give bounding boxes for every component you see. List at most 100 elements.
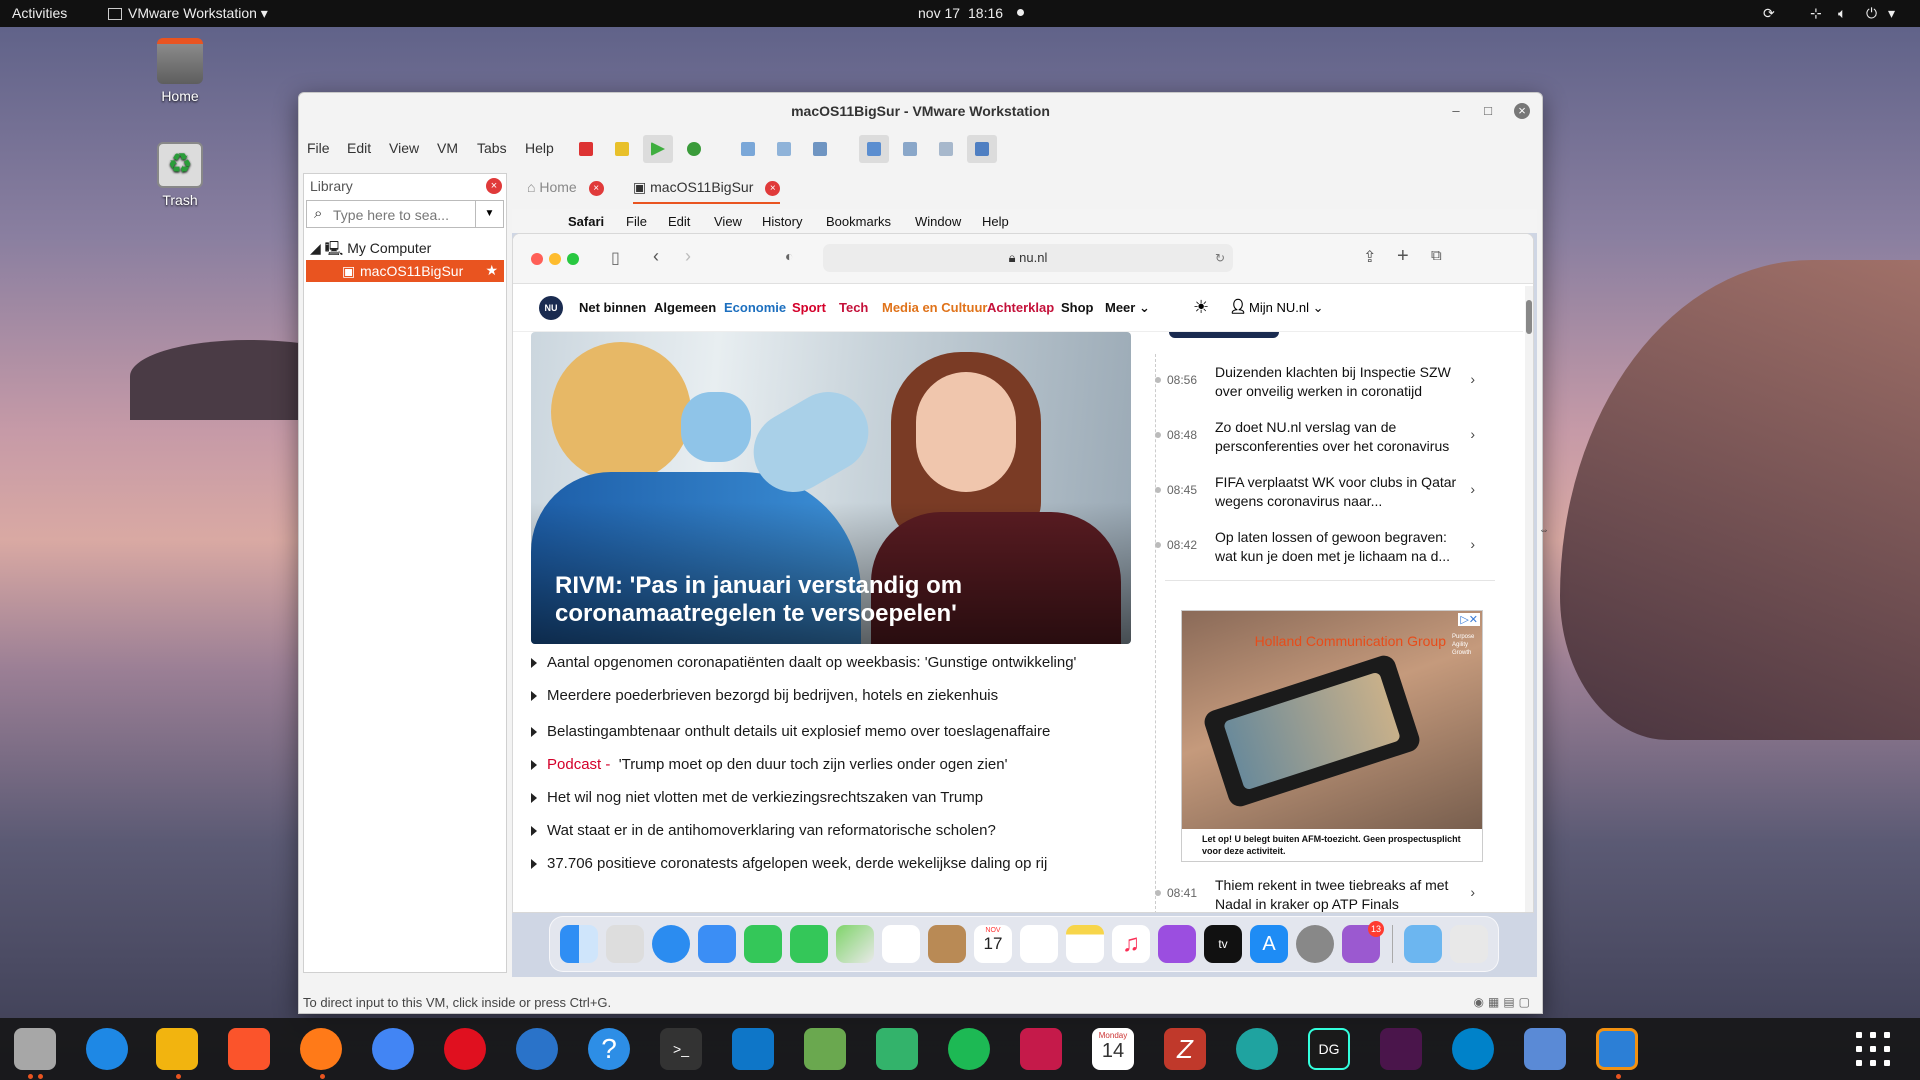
notes-icon[interactable] (1066, 925, 1104, 963)
forward-icon[interactable]: › (685, 246, 691, 267)
clock-time[interactable]: 18:16 (968, 5, 1003, 21)
news-feed-item[interactable]: 08:48 Zo doet NU.nl verslag van de persc… (1153, 414, 1483, 460)
mac-menu-safari[interactable]: Safari (568, 214, 604, 229)
raspberry-pi-icon[interactable] (1020, 1028, 1062, 1070)
news-feed-item[interactable]: 08:42 Op laten lossen of gewoon begraven… (1153, 524, 1483, 570)
desktop-home[interactable]: Home (135, 38, 225, 104)
nav-algemeen[interactable]: Algemeen (654, 300, 716, 315)
favorite-star-icon[interactable]: ★ (485, 262, 498, 279)
mac-menu-file[interactable]: File (626, 214, 647, 229)
app-menu[interactable]: VMware Workstation ▾ (128, 5, 268, 22)
menu-file[interactable]: File (307, 140, 330, 156)
timeshift-icon[interactable] (86, 1028, 128, 1070)
finder-icon[interactable] (560, 925, 598, 963)
text-editor-icon[interactable] (804, 1028, 846, 1070)
tab-vm[interactable]: ▣ macOS11BigSur × (633, 179, 781, 204)
zoom-window-icon[interactable] (567, 253, 579, 265)
tab-home-close-icon[interactable]: × (588, 180, 604, 196)
mac-menu-window[interactable]: Window (915, 214, 961, 229)
maximize-icon[interactable]: □ (1480, 103, 1496, 119)
menu-edit[interactable]: Edit (347, 140, 371, 156)
tree-expand-icon[interactable]: ◢ (310, 240, 321, 256)
desktop-trash[interactable]: ♻ Trash (135, 142, 225, 208)
library-search-input[interactable]: ⌕ Type here to sea... ▼ (306, 200, 504, 228)
mac-menu-edit[interactable]: Edit (668, 214, 690, 229)
show-apps-button[interactable] (1856, 1032, 1890, 1066)
facetime-icon[interactable] (744, 925, 782, 963)
power-on-button[interactable] (643, 135, 673, 163)
help-icon[interactable]: ? (588, 1028, 630, 1070)
photos-icon[interactable] (882, 925, 920, 963)
mail-icon[interactable] (698, 925, 736, 963)
vmware-workstation-icon[interactable] (1596, 1028, 1638, 1070)
podcasts-icon[interactable] (1158, 925, 1196, 963)
sidebar-icon[interactable]: ▯ (611, 248, 620, 268)
library-close-icon[interactable]: × (486, 178, 502, 194)
privacy-shield-icon[interactable]: ◐ (785, 248, 793, 264)
clock-date[interactable]: nov 17 (918, 5, 960, 21)
opera-icon[interactable] (444, 1028, 486, 1070)
thumbnail-bar-button[interactable] (895, 135, 925, 163)
fullscreen-button[interactable] (967, 135, 997, 163)
console-view-button[interactable] (931, 135, 961, 163)
activities-button[interactable]: Activities (12, 5, 67, 21)
page-scrollbar-thumb[interactable] (1526, 300, 1532, 334)
minimize-window-icon[interactable] (549, 253, 561, 265)
nav-tech[interactable]: Tech (839, 300, 868, 315)
news-feed-item[interactable]: 08:56 Duizenden klachten bij Inspectie S… (1153, 359, 1483, 405)
calendar-icon[interactable]: Monday 14 (1092, 1028, 1134, 1070)
back-icon[interactable]: ‹ (653, 246, 659, 267)
tree-my-computer[interactable]: ◢ 🖳︎ My Computer (310, 238, 431, 262)
contacts-icon[interactable] (928, 925, 966, 963)
filezilla-icon[interactable]: Z (1164, 1028, 1206, 1070)
nav-meer[interactable]: Meer ⌄ (1105, 300, 1150, 316)
launchpad-icon[interactable] (606, 925, 644, 963)
ad-close-icon[interactable]: ▷✕ (1458, 613, 1480, 626)
thunderbird-icon[interactable] (516, 1028, 558, 1070)
menu-tabs[interactable]: Tabs (477, 140, 507, 156)
new-tab-icon[interactable]: + (1397, 245, 1409, 268)
trash-icon[interactable] (1450, 925, 1488, 963)
revert-snapshot-button[interactable] (769, 135, 799, 163)
chromium-icon[interactable] (372, 1028, 414, 1070)
suspend-button[interactable] (607, 135, 637, 163)
news-feed-item[interactable]: 08:45 FIFA verplaatst WK voor clubs in Q… (1153, 469, 1483, 515)
power-off-button[interactable] (571, 135, 601, 163)
mac-menu-help[interactable]: Help (982, 214, 1009, 229)
app-store-icon[interactable]: A (1250, 925, 1288, 963)
nav-shop[interactable]: Shop (1061, 300, 1094, 315)
apple-tv-icon[interactable]: tv (1204, 925, 1242, 963)
my-nu-link[interactable]: Mijn NU.nl ⌄ (1249, 300, 1323, 316)
search-dropdown-icon[interactable]: ▼ (475, 201, 503, 227)
nav-sport[interactable]: Sport (792, 300, 826, 315)
article-link[interactable]: Wat staat er in de antihomoverklaring va… (531, 822, 1151, 839)
power-icon[interactable]: ⏻ (1866, 5, 1877, 22)
theme-toggle-icon[interactable]: ☀ (1193, 297, 1209, 318)
app-icon[interactable] (876, 1028, 918, 1070)
tab-overview-icon[interactable]: ⧉ (1431, 247, 1442, 264)
feedback-assistant-icon[interactable]: 13 (1342, 921, 1384, 963)
nav-media-en-cultuur[interactable]: Media en Cultuur (882, 300, 987, 315)
tree-vm-item[interactable]: ▣ macOS11BigSur ★ (306, 260, 504, 282)
datagrip-icon[interactable]: DG (1308, 1028, 1350, 1070)
files-icon[interactable] (14, 1028, 56, 1070)
news-feed-item[interactable]: 08:41 Thiem rekent in twee tiebreaks af … (1153, 872, 1483, 912)
mac-menu-history[interactable]: History (762, 214, 802, 229)
close-icon[interactable]: × (1514, 103, 1530, 119)
terminal-icon[interactable]: >_ (660, 1028, 702, 1070)
article-link[interactable]: Aantal opgenomen coronapatiënten daalt o… (531, 654, 1151, 671)
vmware-icon[interactable] (156, 1028, 198, 1070)
show-library-button[interactable] (859, 135, 889, 163)
nav-net-binnen[interactable]: Net binnen (579, 300, 646, 315)
safari-icon[interactable] (652, 925, 690, 963)
snapshot-button[interactable] (733, 135, 763, 163)
nextcloud-icon[interactable] (1452, 1028, 1494, 1070)
hero-article[interactable]: RIVM: 'Pas in januari verstandig om coro… (531, 332, 1131, 644)
mac-menu-bookmarks[interactable]: Bookmarks (826, 214, 891, 229)
mac-menu-view[interactable]: View (714, 214, 742, 229)
nu-logo[interactable]: NU (539, 296, 563, 320)
nav-economie[interactable]: Economie (724, 300, 786, 315)
snapshot-manager-button[interactable] (805, 135, 835, 163)
menu-help[interactable]: Help (525, 140, 554, 156)
vpn-icon[interactable] (1236, 1028, 1278, 1070)
